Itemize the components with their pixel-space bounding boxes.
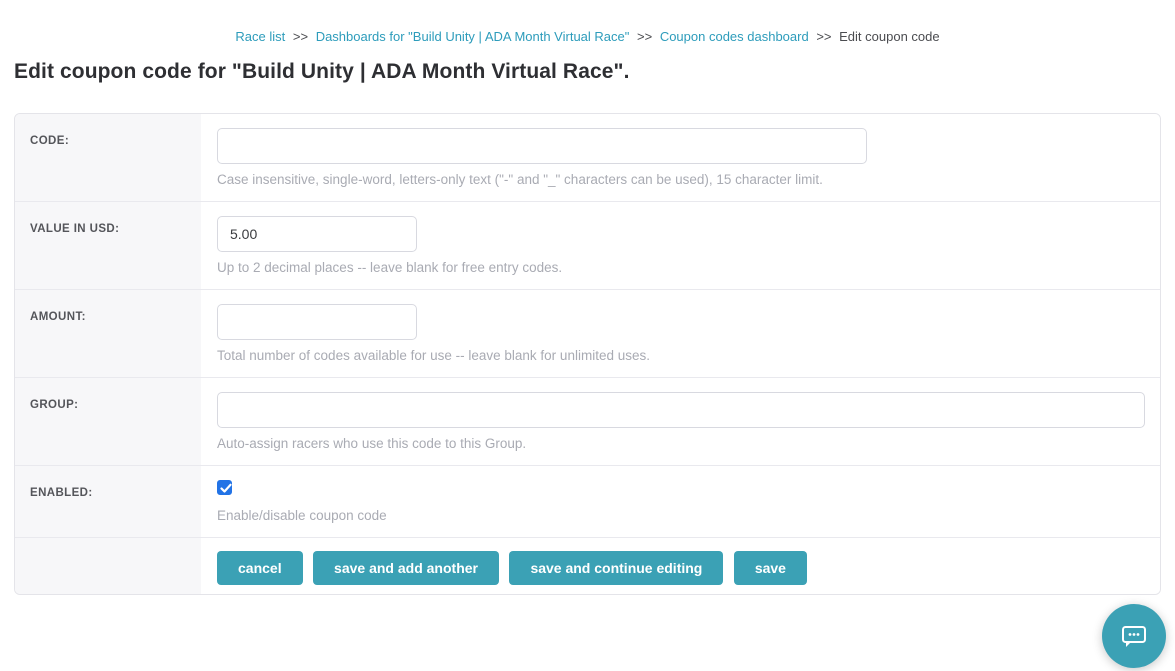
- code-input[interactable]: [217, 128, 867, 164]
- breadcrumb-separator: >>: [816, 29, 831, 44]
- value-in-usd-help-text: Up to 2 decimal places -- leave blank fo…: [217, 259, 1144, 277]
- amount-label: AMOUNT:: [30, 311, 86, 323]
- amount-input[interactable]: [217, 304, 417, 340]
- chat-bubble-icon: [1120, 623, 1148, 649]
- enabled-label-cell: ENABLED:: [15, 466, 201, 537]
- breadcrumb-link-coupon-codes-dashboard[interactable]: Coupon codes dashboard: [660, 29, 809, 44]
- save-and-add-another-button[interactable]: save and add another: [313, 551, 499, 585]
- page-title: Edit coupon code for "Build Unity | ADA …: [14, 60, 1175, 84]
- code-label-cell: CODE:: [15, 114, 201, 201]
- group-input[interactable]: [217, 392, 1145, 428]
- group-help-text: Auto-assign racers who use this code to …: [217, 435, 1145, 453]
- cancel-button[interactable]: cancel: [217, 551, 303, 585]
- actions-label-cell: [15, 538, 201, 594]
- enabled-help-text: Enable/disable coupon code: [217, 507, 1144, 525]
- coupon-code-form: CODE: Case insensitive, single-word, let…: [14, 113, 1161, 595]
- form-row-amount: AMOUNT: Total number of codes available …: [15, 290, 1160, 378]
- page: Race list >> Dashboards for "Build Unity…: [0, 0, 1175, 671]
- breadcrumb-link-dashboards[interactable]: Dashboards for "Build Unity | ADA Month …: [316, 29, 630, 44]
- amount-label-cell: AMOUNT:: [15, 290, 201, 377]
- code-help-text: Case insensitive, single-word, letters-o…: [217, 171, 1144, 189]
- breadcrumb-current-page: Edit coupon code: [839, 29, 939, 44]
- breadcrumb-separator: >>: [637, 29, 652, 44]
- form-row-value-in-usd: VALUE IN USD: Up to 2 decimal places -- …: [15, 202, 1160, 290]
- group-label-cell: GROUP:: [15, 378, 201, 465]
- group-label: GROUP:: [30, 399, 78, 411]
- chat-launcher-button[interactable]: [1102, 604, 1166, 668]
- breadcrumb-separator: >>: [293, 29, 308, 44]
- save-and-continue-editing-button[interactable]: save and continue editing: [509, 551, 723, 585]
- form-row-group: GROUP: Auto-assign racers who use this c…: [15, 378, 1160, 466]
- enabled-field-cell: Enable/disable coupon code: [201, 466, 1160, 537]
- amount-help-text: Total number of codes available for use …: [217, 347, 1144, 365]
- group-field-cell: Auto-assign racers who use this code to …: [201, 378, 1161, 465]
- enabled-label: ENABLED:: [30, 487, 93, 499]
- save-button[interactable]: save: [734, 551, 807, 585]
- code-label: CODE:: [30, 135, 69, 147]
- breadcrumb-link-race-list[interactable]: Race list: [235, 29, 285, 44]
- form-row-enabled: ENABLED: Enable/disable coupon code: [15, 466, 1160, 538]
- value-field-cell: Up to 2 decimal places -- leave blank fo…: [201, 202, 1160, 289]
- form-row-actions: cancel save and add another save and con…: [15, 538, 1160, 594]
- value-in-usd-label: VALUE IN USD:: [30, 223, 119, 235]
- code-field-cell: Case insensitive, single-word, letters-o…: [201, 114, 1160, 201]
- value-in-usd-input[interactable]: [217, 216, 417, 252]
- breadcrumb: Race list >> Dashboards for "Build Unity…: [0, 0, 1175, 44]
- amount-field-cell: Total number of codes available for use …: [201, 290, 1160, 377]
- form-row-code: CODE: Case insensitive, single-word, let…: [15, 114, 1160, 202]
- value-label-cell: VALUE IN USD:: [15, 202, 201, 289]
- actions-field-cell: cancel save and add another save and con…: [201, 538, 1160, 594]
- checkmark-icon: [220, 483, 232, 494]
- enabled-checkbox[interactable]: [217, 480, 232, 495]
